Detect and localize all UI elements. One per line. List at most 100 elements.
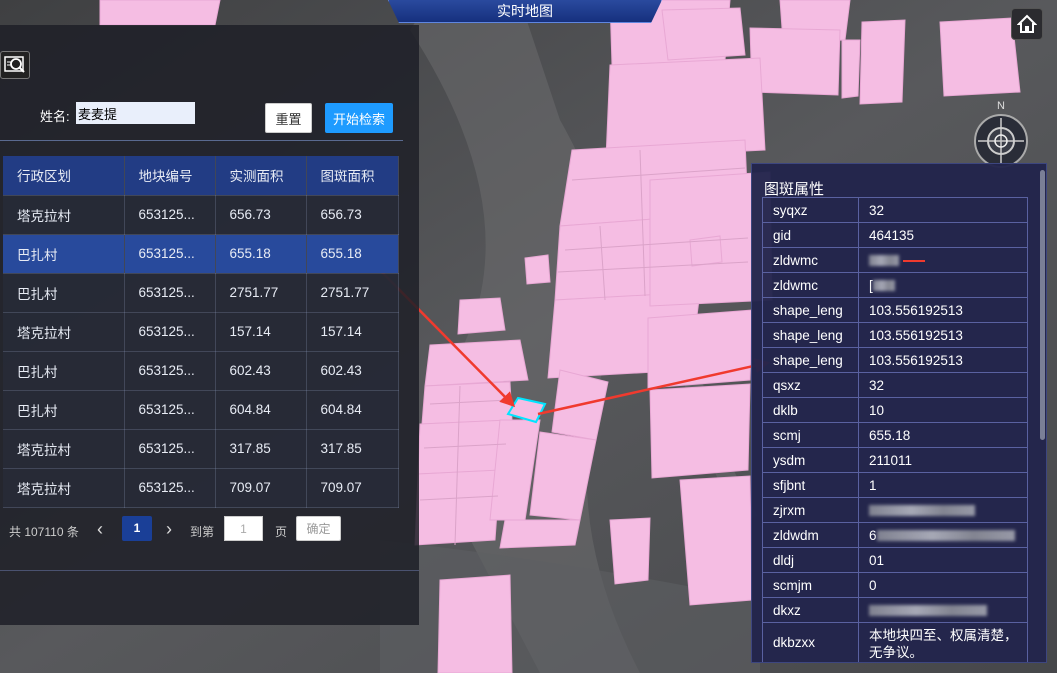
attribute-key: zjrxm <box>762 497 859 523</box>
table-row[interactable]: 塔克拉村 653125... 709.07 709.07 <box>3 468 399 508</box>
cell-parcel-id: 653125... <box>124 234 216 274</box>
attribute-row: shape_leng 103.556192513 <box>762 347 1028 373</box>
attribute-row: dklb 10 <box>762 397 1028 423</box>
redacted-value <box>869 505 975 517</box>
cell-parcel-id: 653125... <box>124 273 216 313</box>
attribute-value: 32 <box>858 197 1028 223</box>
cell-region: 巴扎村 <box>3 273 125 313</box>
cell-map-area: 655.18 <box>306 234 399 274</box>
attribute-row: dkbzxx 本地块四至、权属清楚，无争议。 <box>762 622 1028 662</box>
table-row[interactable]: 塔克拉村 653125... 157.14 157.14 <box>3 312 399 352</box>
attribute-row: sfjbnt 1 <box>762 472 1028 498</box>
attribute-key: scmjm <box>762 572 859 598</box>
attribute-value: 103.556192513 <box>858 297 1028 323</box>
reset-button[interactable]: 重置 <box>265 103 312 133</box>
attribute-key: scmj <box>762 422 859 448</box>
panel-divider <box>0 140 403 141</box>
table-header-row: 行政区划 地块编号 实测面积 图斑面积 <box>3 156 399 196</box>
column-header-region[interactable]: 行政区划 <box>3 156 125 196</box>
attribute-row: shape_leng 103.556192513 <box>762 297 1028 323</box>
attribute-value-redacted: [ <box>858 272 1028 298</box>
search-button[interactable]: 开始检索 <box>325 103 393 133</box>
goto-page-input[interactable] <box>224 516 263 541</box>
attribute-key: dldj <box>762 547 859 573</box>
redacted-value <box>869 605 987 617</box>
cell-region: 塔克拉村 <box>3 195 125 235</box>
cell-parcel-id: 653125... <box>124 429 216 469</box>
attribute-row: ysdm 211011 <box>762 447 1028 473</box>
table-row[interactable]: 巴扎村 653125... 2751.77 2751.77 <box>3 273 399 313</box>
attribute-key: shape_leng <box>762 297 859 323</box>
attribute-panel-scrollbar[interactable] <box>1040 170 1045 440</box>
cell-map-area: 656.73 <box>306 195 399 235</box>
attribute-key: dklb <box>762 397 859 423</box>
attribute-key: shape_leng <box>762 322 859 348</box>
attribute-key: zldwmc <box>762 272 859 298</box>
cell-measured-area: 709.07 <box>215 468 307 508</box>
home-button[interactable] <box>1011 8 1043 40</box>
cell-parcel-id: 653125... <box>124 468 216 508</box>
redacted-value <box>876 530 1015 542</box>
column-header-measured-area[interactable]: 实测面积 <box>215 156 307 196</box>
attribute-value: 1 <box>858 472 1028 498</box>
attribute-key: gid <box>762 222 859 248</box>
attribute-value: 10 <box>858 397 1028 423</box>
table-row[interactable]: 塔克拉村 653125... 656.73 656.73 <box>3 195 399 235</box>
attribute-key: shape_leng <box>762 347 859 373</box>
compass-north-label: N <box>997 100 1005 112</box>
cell-region: 塔克拉村 <box>3 312 125 352</box>
table-row-selected[interactable]: 巴扎村 653125... 655.18 655.18 <box>3 234 399 274</box>
attribute-key: ysdm <box>762 447 859 473</box>
attribute-key: sfjbnt <box>762 472 859 498</box>
search-panel: 姓名: 重置 开始检索 行政区划 地块编号 实测面积 图斑面积 塔克拉村 653… <box>0 25 419 625</box>
cell-region: 塔克拉村 <box>3 429 125 469</box>
attribute-key: zldwdm <box>762 522 859 548</box>
home-icon <box>1017 14 1037 33</box>
map-search-icon <box>4 56 25 73</box>
table-row[interactable]: 塔克拉村 653125... 317.85 317.85 <box>3 429 399 469</box>
attribute-value: 6 <box>869 527 877 543</box>
table-row[interactable]: 巴扎村 653125... 604.84 604.84 <box>3 390 399 430</box>
name-input[interactable] <box>76 102 195 124</box>
pagination: 共 107110 条 ‹ 1 › 到第 页 确定 <box>9 516 409 546</box>
attribute-value: 本地块四至、权属清楚，无争议。 <box>858 622 1028 662</box>
attribute-key: dkxz <box>762 597 859 623</box>
attribute-key: dkbzxx <box>762 622 859 662</box>
cell-measured-area: 157.14 <box>215 312 307 352</box>
cell-map-area: 317.85 <box>306 429 399 469</box>
column-header-map-area[interactable]: 图斑面积 <box>306 156 399 196</box>
cell-parcel-id: 653125... <box>124 351 216 391</box>
redacted-value <box>872 280 895 292</box>
attribute-row: shape_leng 103.556192513 <box>762 322 1028 348</box>
page-title: 实时地图 <box>388 0 662 23</box>
map-search-button[interactable] <box>0 51 30 79</box>
attribute-row: dldj 01 <box>762 547 1028 573</box>
table-row[interactable]: 巴扎村 653125... 602.43 602.43 <box>3 351 399 391</box>
attribute-row: zldwmc[ <box>762 272 1028 298</box>
red-underline-mark <box>903 259 925 262</box>
cell-map-area: 602.43 <box>306 351 399 391</box>
attribute-key: syqxz <box>762 197 859 223</box>
total-count: 共 107110 条 <box>9 525 79 539</box>
cell-measured-area: 317.85 <box>215 429 307 469</box>
cell-region: 巴扎村 <box>3 351 125 391</box>
cell-map-area: 2751.77 <box>306 273 399 313</box>
current-page-button[interactable]: 1 <box>122 516 152 541</box>
attribute-value: 211011 <box>858 447 1028 473</box>
column-header-parcel-id[interactable]: 地块编号 <box>124 156 216 196</box>
redacted-value <box>869 255 899 267</box>
cell-region: 塔克拉村 <box>3 468 125 508</box>
compass[interactable]: N <box>968 98 1034 168</box>
attribute-row: syqxz 32 <box>762 197 1028 223</box>
goto-confirm-button[interactable]: 确定 <box>296 516 341 541</box>
chevron-left-icon[interactable]: ‹ <box>97 519 103 540</box>
chevron-right-icon[interactable]: › <box>166 519 172 540</box>
attribute-key: zldwmc <box>762 247 859 273</box>
cell-parcel-id: 653125... <box>124 195 216 235</box>
cell-measured-area: 655.18 <box>215 234 307 274</box>
attribute-panel-title: 图斑属性 <box>764 181 825 198</box>
attribute-row: zldwmc <box>762 247 1028 273</box>
cell-measured-area: 2751.77 <box>215 273 307 313</box>
goto-label: 到第 <box>190 525 215 539</box>
attribute-value-redacted: 6 <box>858 522 1028 548</box>
